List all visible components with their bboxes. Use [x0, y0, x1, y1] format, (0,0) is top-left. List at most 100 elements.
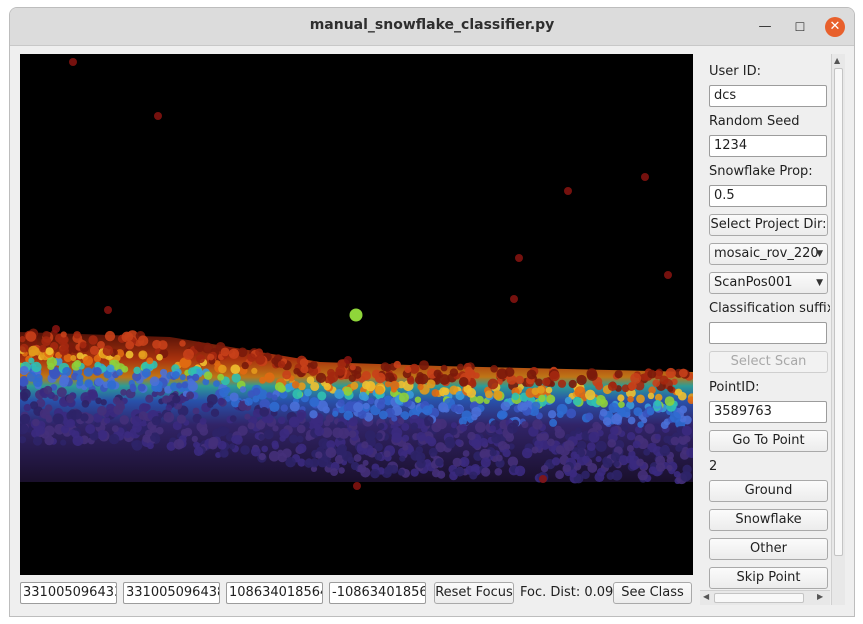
- point-marker: [199, 426, 209, 436]
- point-marker: [93, 367, 102, 376]
- snowflake-button[interactable]: Snowflake: [709, 509, 828, 531]
- focus-distance-label: Foc. Dist: 0.09: [520, 585, 614, 600]
- point-marker: [52, 413, 64, 425]
- skip-point-button[interactable]: Skip Point: [709, 567, 828, 589]
- scroll-left-arrow-icon[interactable]: ◀: [703, 592, 709, 601]
- point-marker: [610, 452, 620, 462]
- other-button[interactable]: Other: [709, 538, 828, 560]
- point-marker: [659, 445, 671, 457]
- point-marker: [361, 371, 371, 381]
- classification-suffix-input[interactable]: [709, 322, 827, 344]
- select-project-dir-button[interactable]: Select Project Dir:: [709, 214, 828, 236]
- coordinate-field-2[interactable]: 331005096438: [123, 582, 220, 604]
- scan-dropdown[interactable]: ScanPos001 ▼: [709, 272, 828, 294]
- point-marker: [259, 407, 270, 417]
- point-marker: [313, 423, 321, 431]
- point-marker: [467, 368, 475, 376]
- point-marker: [493, 390, 503, 400]
- point-marker: [309, 410, 318, 419]
- point-cloud-canvas[interactable]: [20, 54, 693, 575]
- point-marker: [309, 458, 320, 468]
- window-title: manual_snowflake_classifier.py: [309, 17, 555, 33]
- point-marker: [626, 444, 634, 453]
- point-marker: [554, 428, 565, 439]
- point-marker: [660, 421, 669, 430]
- ground-button[interactable]: Ground: [709, 480, 828, 502]
- point-marker: [647, 369, 657, 379]
- dropdown-arrow-icon: ▼: [816, 249, 823, 259]
- point-marker: [360, 467, 371, 478]
- point-marker: [664, 271, 672, 279]
- point-marker: [549, 418, 558, 427]
- project-dropdown[interactable]: mosaic_rov_220 ▼: [709, 243, 828, 265]
- point-id-input[interactable]: 3589763: [709, 401, 827, 423]
- point-marker: [129, 383, 137, 391]
- panel-vertical-scrollbar[interactable]: ▲: [831, 54, 845, 605]
- close-icon[interactable]: ✕: [825, 17, 845, 37]
- point-marker: [46, 356, 58, 368]
- point-marker: [577, 440, 587, 451]
- coordinate-field-4[interactable]: -108634018564: [329, 582, 426, 604]
- random-seed-input[interactable]: 1234: [709, 135, 827, 157]
- point-marker: [59, 377, 69, 388]
- point-marker: [348, 417, 358, 427]
- random-seed-label: Random Seed: [709, 114, 800, 129]
- point-marker: [607, 381, 618, 392]
- coordinate-field-1[interactable]: 331005096433: [20, 582, 117, 604]
- point-marker: [353, 482, 361, 490]
- coordinate-field-3[interactable]: 108634018564: [226, 582, 323, 604]
- select-scan-button[interactable]: Select Scan: [709, 351, 828, 373]
- point-marker: [422, 405, 433, 416]
- point-marker: [207, 353, 215, 361]
- reset-focus-button[interactable]: Reset Focus: [434, 582, 514, 604]
- point-marker: [82, 355, 94, 366]
- title-bar[interactable]: manual_snowflake_classifier.py — ☐ ✕: [10, 8, 854, 46]
- point-marker: [613, 460, 620, 468]
- minimize-icon[interactable]: —: [755, 17, 775, 37]
- point-marker: [186, 391, 195, 400]
- point-marker: [393, 360, 402, 369]
- vertical-scroll-thumb[interactable]: [834, 68, 843, 556]
- point-marker: [538, 394, 546, 403]
- point-marker: [670, 436, 680, 446]
- point-marker: [194, 341, 204, 351]
- user-id-label: User ID:: [709, 64, 761, 79]
- point-marker: [515, 254, 523, 262]
- point-marker: [449, 368, 459, 377]
- point-marker: [239, 386, 247, 393]
- point-marker: [378, 397, 386, 405]
- scroll-up-arrow-icon[interactable]: ▲: [834, 56, 840, 65]
- point-marker: [555, 470, 564, 480]
- point-marker: [666, 464, 673, 471]
- snowflake-prop-input[interactable]: 0.5: [709, 185, 827, 207]
- point-marker: [361, 441, 369, 449]
- point-marker: [231, 373, 241, 383]
- point-marker: [124, 332, 134, 342]
- point-marker: [678, 368, 688, 378]
- point-cloud-viewport[interactable]: [20, 54, 693, 575]
- point-marker: [252, 387, 261, 396]
- point-marker: [514, 465, 526, 477]
- point-marker: [655, 455, 666, 466]
- point-marker: [224, 386, 231, 394]
- horizontal-scroll-thumb[interactable]: [714, 593, 804, 603]
- panel-horizontal-scrollbar[interactable]: ◀ ▶: [700, 590, 830, 605]
- point-marker: [402, 434, 410, 442]
- point-marker: [370, 468, 380, 479]
- point-marker: [391, 432, 402, 443]
- point-marker: [125, 350, 134, 359]
- point-marker: [144, 429, 153, 437]
- point-marker: [137, 383, 146, 392]
- point-marker: [199, 417, 207, 425]
- point-marker: [349, 364, 356, 371]
- point-marker: [489, 425, 496, 432]
- point-marker: [471, 413, 478, 421]
- see-class-button[interactable]: See Class: [613, 582, 692, 604]
- point-marker: [541, 377, 551, 387]
- scroll-right-arrow-icon[interactable]: ▶: [817, 592, 823, 601]
- point-marker: [280, 404, 288, 412]
- user-id-input[interactable]: dcs: [709, 85, 827, 107]
- point-marker: [133, 366, 141, 375]
- maximize-icon[interactable]: ☐: [790, 17, 810, 37]
- go-to-point-button[interactable]: Go To Point: [709, 430, 828, 452]
